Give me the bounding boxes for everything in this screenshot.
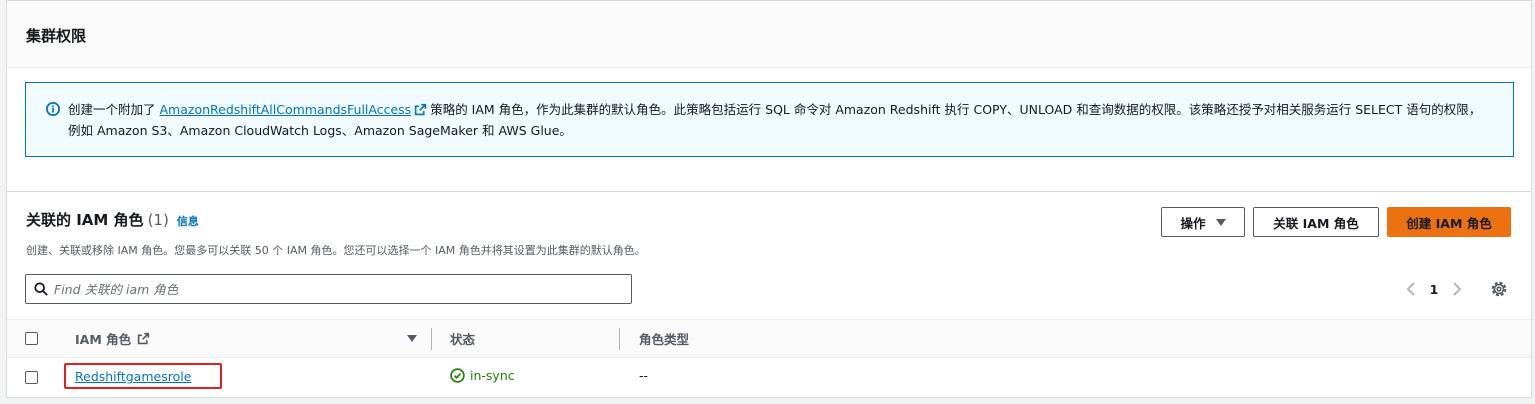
column-separator[interactable] <box>619 328 620 350</box>
alert-text-before: 创建一个附加了 <box>68 102 156 117</box>
status-text: in-sync <box>470 368 515 383</box>
info-link[interactable]: 信息 <box>177 215 199 228</box>
role-type: -- <box>639 368 649 383</box>
roles-title: 关联的 IAM 角色 <box>26 211 144 229</box>
roles-description: 创建、关联或移除 IAM 角色。您最多可以关联 50 个 IAM 角色。您还可以… <box>26 244 646 257</box>
alert-text: 创建一个附加了 AmazonRedshiftAllCommandsFullAcc… <box>68 99 1483 141</box>
external-link-icon <box>137 332 150 345</box>
cluster-permissions-panel: 集群权限 创建一个附加了 AmazonRedshiftAllCommandsFu… <box>6 0 1532 192</box>
next-page-button[interactable] <box>1446 278 1468 300</box>
caret-down-icon <box>1215 218 1226 226</box>
previous-page-button[interactable] <box>1400 278 1422 300</box>
gear-icon[interactable] <box>1490 280 1508 298</box>
create-iam-role-button[interactable]: 创建 IAM 角色 <box>1387 207 1511 237</box>
select-all-checkbox[interactable] <box>25 332 38 345</box>
sort-caret-icon[interactable] <box>407 335 417 342</box>
column-status[interactable]: 状态 <box>450 320 475 357</box>
roles-header: 关联的 IAM 角色 (1) 信息 <box>26 209 199 230</box>
column-role-type[interactable]: 角色类型 <box>639 320 689 357</box>
search-box[interactable] <box>25 274 632 304</box>
search-input[interactable] <box>54 275 624 303</box>
page-title: 集群权限 <box>26 27 87 45</box>
panel-header: 集群权限 <box>7 1 1531 68</box>
actions-label: 操作 <box>1180 215 1206 231</box>
policy-link[interactable]: AmazonRedshiftAllCommandsFullAccess <box>160 102 412 117</box>
column-iam-role-label: IAM 角色 <box>75 332 132 347</box>
actions-dropdown-button[interactable]: 操作 <box>1161 207 1245 237</box>
associated-roles-panel: 关联的 IAM 角色 (1) 信息 创建、关联或移除 IAM 角色。您最多可以关联 … <box>6 191 1532 398</box>
table-header: IAM 角色 状态 角色类型 <box>7 319 1531 358</box>
pagination: 1 <box>1400 278 1468 300</box>
status-badge: in-sync <box>450 368 515 383</box>
info-icon <box>46 102 60 116</box>
external-link-icon[interactable] <box>414 103 427 116</box>
associate-iam-role-button[interactable]: 关联 IAM 角色 <box>1253 207 1379 237</box>
chevron-left-icon <box>1406 282 1415 296</box>
chevron-right-icon <box>1453 282 1462 296</box>
current-page[interactable]: 1 <box>1422 282 1446 297</box>
check-circle-icon <box>450 368 465 383</box>
highlight-annotation <box>64 363 222 389</box>
column-separator[interactable] <box>431 328 432 350</box>
table-row: Redshiftgamesrole in-sync -- <box>7 358 1531 397</box>
row-checkbox[interactable] <box>25 371 38 384</box>
info-alert: 创建一个附加了 AmazonRedshiftAllCommandsFullAcc… <box>25 82 1514 157</box>
roles-count: (1) <box>147 211 169 229</box>
column-iam-role[interactable]: IAM 角色 <box>75 320 153 357</box>
search-icon <box>34 282 48 296</box>
